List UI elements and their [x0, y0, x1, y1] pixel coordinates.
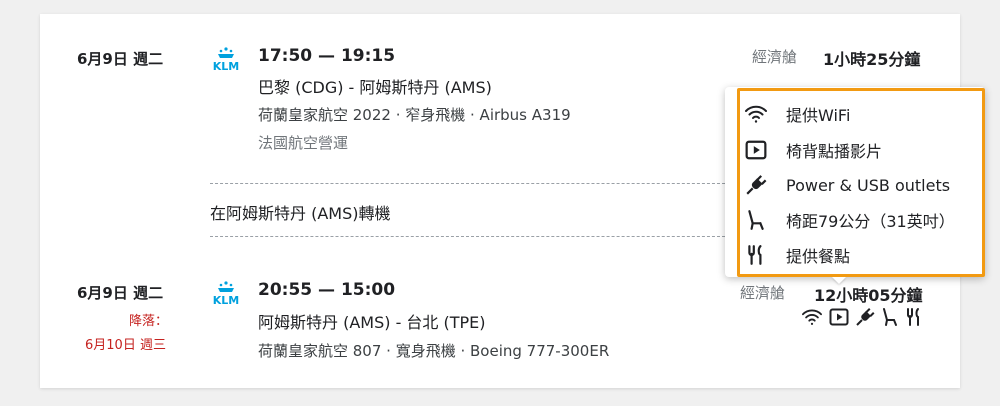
segment2-flight-info: 荷蘭皇家航空 807 · 寬身飛機 · Boeing 777-300ER	[258, 342, 610, 360]
segment1-date: 6月9日 週二	[77, 50, 164, 68]
plug-icon	[744, 173, 768, 197]
popup-item-power: Power & USB outlets	[744, 173, 950, 197]
transfer-text: 在阿姆斯特丹 (AMS)轉機	[210, 204, 391, 223]
svg-text:KLM: KLM	[213, 60, 239, 73]
transfer-divider-bottom	[210, 236, 725, 237]
meal-icon[interactable]	[905, 307, 923, 327]
wifi-icon	[744, 102, 768, 126]
segment2-times: 20:55 — 15:00	[258, 280, 396, 300]
plug-icon[interactable]	[855, 307, 875, 327]
amenity-label: 椅距79公分（31英吋）	[786, 212, 955, 231]
landing-label: 降落：	[129, 314, 169, 329]
segment2-date: 6月9日 週二	[77, 284, 164, 302]
popup-item-seat: 椅距79公分（31英吋）	[744, 208, 955, 232]
segment1-times: 17:50 — 19:15	[258, 46, 396, 66]
amenity-label: 提供餐點	[786, 247, 851, 266]
segment1-cabin: 經濟艙	[752, 48, 798, 66]
seat-icon[interactable]	[881, 307, 899, 327]
segment2-route: 阿姆斯特丹 (AMS) - 台北 (TPE)	[258, 313, 486, 332]
popup-item-video: 椅背點播影片	[744, 138, 882, 162]
svg-text:KLM: KLM	[213, 294, 239, 307]
meal-icon	[744, 243, 768, 267]
popup-caret	[832, 277, 846, 284]
segment2-duration: 12小時05分鐘	[814, 286, 923, 305]
transfer-divider-top	[210, 183, 725, 184]
popup-item-meal: 提供餐點	[744, 243, 850, 267]
klm-logo-icon: KLM	[210, 280, 242, 310]
segment1-flight-info: 荷蘭皇家航空 2022 · 窄身飛機 · Airbus A319	[258, 106, 571, 124]
amenity-label: Power & USB outlets	[786, 175, 951, 195]
klm-logo-icon: KLM	[210, 46, 242, 76]
amenity-label: 提供WiFi	[786, 106, 851, 125]
segment2-amenity-icons[interactable]	[801, 307, 923, 327]
popup-item-wifi: 提供WiFi	[744, 102, 850, 126]
amenity-label: 椅背點播影片	[786, 142, 883, 161]
segment1-duration: 1小時25分鐘	[823, 50, 921, 69]
segment1-route: 巴黎 (CDG) - 阿姆斯特丹 (AMS)	[258, 78, 492, 97]
segment1-operator: 法國航空營運	[258, 134, 349, 152]
wifi-icon[interactable]	[801, 307, 823, 327]
landing-date: 6月10日 週三	[85, 338, 166, 353]
video-icon	[744, 138, 768, 162]
seat-icon	[744, 208, 768, 232]
segment2-cabin: 經濟艙	[740, 284, 786, 302]
video-icon[interactable]	[829, 307, 849, 327]
